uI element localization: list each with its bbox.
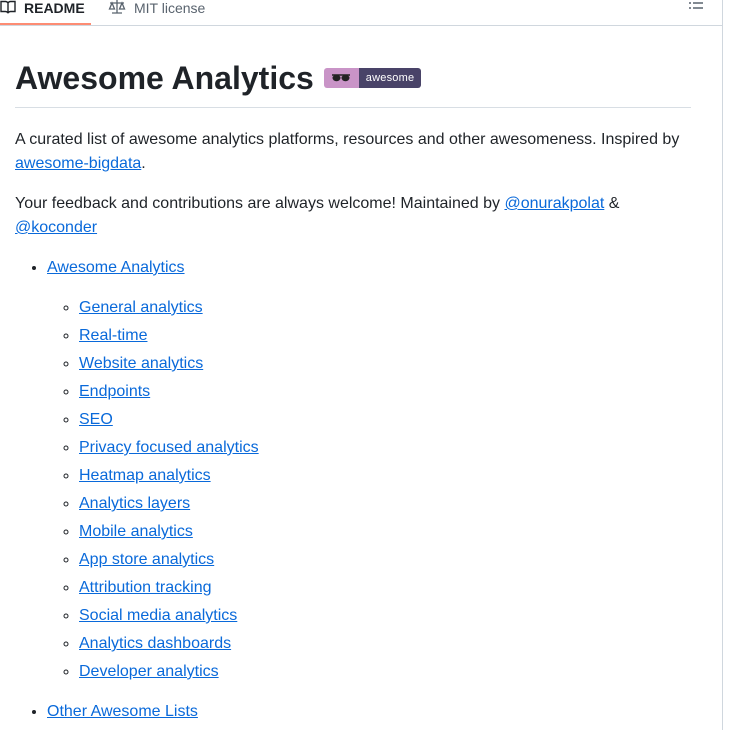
toc-sublink[interactable]: Analytics layers xyxy=(79,495,190,512)
active-tab-indicator xyxy=(0,23,91,25)
list-unordered-icon xyxy=(688,0,704,14)
intro-paragraph: A curated list of awesome analytics plat… xyxy=(15,128,691,176)
feedback-paragraph: Your feedback and contributions are alwa… xyxy=(15,192,691,240)
intro-text: A curated list of awesome analytics plat… xyxy=(15,131,680,148)
list-item: Privacy focused analytics xyxy=(79,436,691,460)
ampersand: & xyxy=(604,195,620,212)
toc-sublink[interactable]: Heatmap analytics xyxy=(79,467,211,484)
toc-link-other-awesome-lists[interactable]: Other Awesome Lists xyxy=(47,703,198,720)
toc-sublist: General analytics Real-time Website analyt… xyxy=(47,296,691,684)
list-item: Awesome Analytics General analytics Real-… xyxy=(47,256,691,684)
list-item: App store analytics xyxy=(79,548,691,572)
tab-readme-label: README xyxy=(24,0,85,16)
list-item: General analytics xyxy=(79,296,691,320)
awesome-bigdata-link[interactable]: awesome-bigdata xyxy=(15,155,141,172)
tab-mit-license-label: MIT license xyxy=(134,0,206,16)
toc-sublink[interactable]: Real-time xyxy=(79,327,147,344)
scale-icon xyxy=(108,0,134,18)
feedback-text: Your feedback and contributions are alwa… xyxy=(15,195,505,212)
toc-sublink[interactable]: Social media analytics xyxy=(79,607,237,624)
book-icon xyxy=(0,0,24,18)
tab-bar: README MIT license xyxy=(0,0,722,26)
maintainer-link-onurakpolat[interactable]: @onurakpolat xyxy=(504,195,604,212)
toc-sublink[interactable]: General analytics xyxy=(79,299,203,316)
intro-end: . xyxy=(141,155,146,172)
toc-sublink[interactable]: Website analytics xyxy=(79,355,203,372)
toc-sublink[interactable]: Attribution tracking xyxy=(79,579,212,596)
list-item: Endpoints xyxy=(79,380,691,404)
readme-heading: Awesome Analytics awesome xyxy=(15,56,691,108)
awesome-badge[interactable]: awesome xyxy=(323,68,422,88)
sunglasses-icon xyxy=(323,68,359,88)
list-item: Heatmap analytics xyxy=(79,464,691,488)
tab-mit-license[interactable]: MIT license xyxy=(108,0,205,25)
badge-label: awesome xyxy=(358,68,422,88)
readme-panel: README MIT license Awesome Analytics awe… xyxy=(0,0,723,730)
tab-readme[interactable]: README xyxy=(0,0,85,25)
list-item: Real-time xyxy=(79,324,691,348)
list-item: Website analytics xyxy=(79,352,691,376)
toc-sublink[interactable]: SEO xyxy=(79,411,113,428)
list-item: Attribution tracking xyxy=(79,576,691,600)
list-item: Developer analytics xyxy=(79,660,691,684)
list-item: SEO xyxy=(79,408,691,432)
list-item: Analytics dashboards xyxy=(79,632,691,656)
maintainer-link-koconder[interactable]: @koconder xyxy=(15,219,97,236)
toc-sublink[interactable]: Endpoints xyxy=(79,383,150,400)
list-item: Mobile analytics xyxy=(79,520,691,544)
toc-sublink[interactable]: Developer analytics xyxy=(79,663,219,680)
list-item: Other Awesome Lists xyxy=(47,700,691,724)
table-of-contents: Awesome Analytics General analytics Real-… xyxy=(15,256,691,724)
list-item: Social media analytics xyxy=(79,604,691,628)
toc-sublink[interactable]: Analytics dashboards xyxy=(79,635,231,652)
page-title: Awesome Analytics xyxy=(15,60,314,96)
outline-toggle-button[interactable] xyxy=(688,0,708,12)
toc-sublink[interactable]: Mobile analytics xyxy=(79,523,193,540)
toc-sublink[interactable]: Privacy focused analytics xyxy=(79,439,259,456)
toc-link-awesome-analytics[interactable]: Awesome Analytics xyxy=(47,259,185,276)
list-item: Analytics layers xyxy=(79,492,691,516)
toc-sublink[interactable]: App store analytics xyxy=(79,551,214,568)
readme-content: Awesome Analytics awesome A curated list… xyxy=(15,56,691,724)
